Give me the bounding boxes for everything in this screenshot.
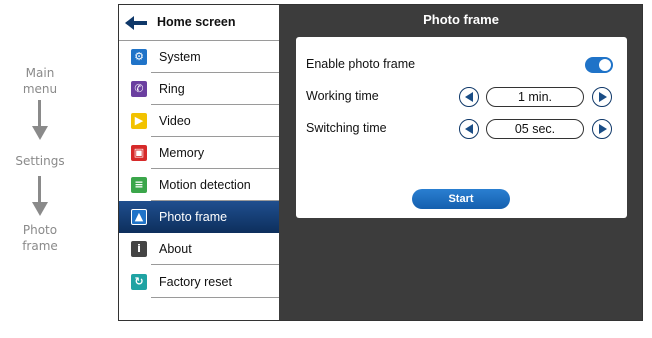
picture-icon: ▲ [131, 209, 147, 225]
photo-frame-settings-panel: Enable photo frame Working time 1 min. S… [296, 37, 627, 218]
working-time-increase-button[interactable] [592, 87, 612, 107]
enable-photo-frame-toggle[interactable] [585, 57, 613, 73]
sidebar-item-system[interactable]: ⚙ System [119, 41, 279, 73]
toggle-knob [599, 59, 611, 71]
divider [151, 297, 279, 298]
switching-time-decrease-button[interactable] [459, 119, 479, 139]
sidebar-item-factory-reset[interactable]: ↻ Factory reset [119, 266, 279, 298]
switching-time-label: Switching time [306, 121, 387, 135]
settings-sidebar: Home screen ⚙ System ✆ Ring ▶ Video ▣ Me… [119, 5, 279, 320]
left-triangle-icon [465, 92, 473, 102]
switching-time-value: 05 sec. [486, 119, 584, 139]
reset-icon: ↻ [131, 274, 147, 290]
sidebar-item-video[interactable]: ▶ Video [119, 105, 279, 137]
sidebar-item-label: Video [159, 114, 191, 128]
sidebar-item-label: About [159, 242, 192, 256]
flow-step-settings: Settings [15, 154, 65, 168]
home-screen-label: Home screen [157, 15, 236, 29]
switching-time-increase-button[interactable] [592, 119, 612, 139]
sidebar-item-label: System [159, 50, 201, 64]
sidebar-item-motion-detection[interactable]: ≡ Motion detection [119, 169, 279, 201]
play-icon: ▶ [131, 113, 147, 129]
memory-icon: ▣ [131, 145, 147, 161]
working-time-value: 1 min. [486, 87, 584, 107]
phone-icon: ✆ [131, 81, 147, 97]
info-icon: i [131, 241, 147, 257]
sidebar-item-label: Photo frame [159, 210, 228, 224]
gear-icon: ⚙ [131, 49, 147, 65]
page-title: Photo frame [423, 12, 499, 27]
sidebar-item-photo-frame[interactable]: ▲ Photo frame [119, 201, 279, 233]
flow-step-photo-frame: Photo frame [22, 223, 58, 253]
divider [151, 264, 279, 265]
working-time-decrease-button[interactable] [459, 87, 479, 107]
sidebar-item-label: Memory [159, 146, 205, 160]
sidebar-item-about[interactable]: i About [119, 233, 279, 265]
working-time-label: Working time [306, 89, 379, 103]
back-arrow-icon [125, 16, 147, 30]
right-triangle-icon [599, 124, 607, 134]
sidebar-item-memory[interactable]: ▣ Memory [119, 137, 279, 169]
down-arrow-icon [32, 176, 48, 216]
start-button[interactable]: Start [412, 189, 510, 209]
home-screen-back-button[interactable]: Home screen [119, 5, 279, 41]
sidebar-item-label: Motion detection [159, 178, 251, 192]
left-triangle-icon [465, 124, 473, 134]
sidebar-item-label: Factory reset [159, 275, 232, 289]
right-triangle-icon [599, 92, 607, 102]
sidebar-item-ring[interactable]: ✆ Ring [119, 73, 279, 105]
enable-photo-frame-label: Enable photo frame [306, 57, 416, 71]
sidebar-item-label: Ring [159, 82, 185, 96]
device-screen: Home screen ⚙ System ✆ Ring ▶ Video ▣ Me… [118, 4, 643, 321]
flow-step-main-menu: Main menu [22, 66, 58, 96]
motion-icon: ≡ [131, 177, 147, 193]
down-arrow-icon [32, 100, 48, 140]
